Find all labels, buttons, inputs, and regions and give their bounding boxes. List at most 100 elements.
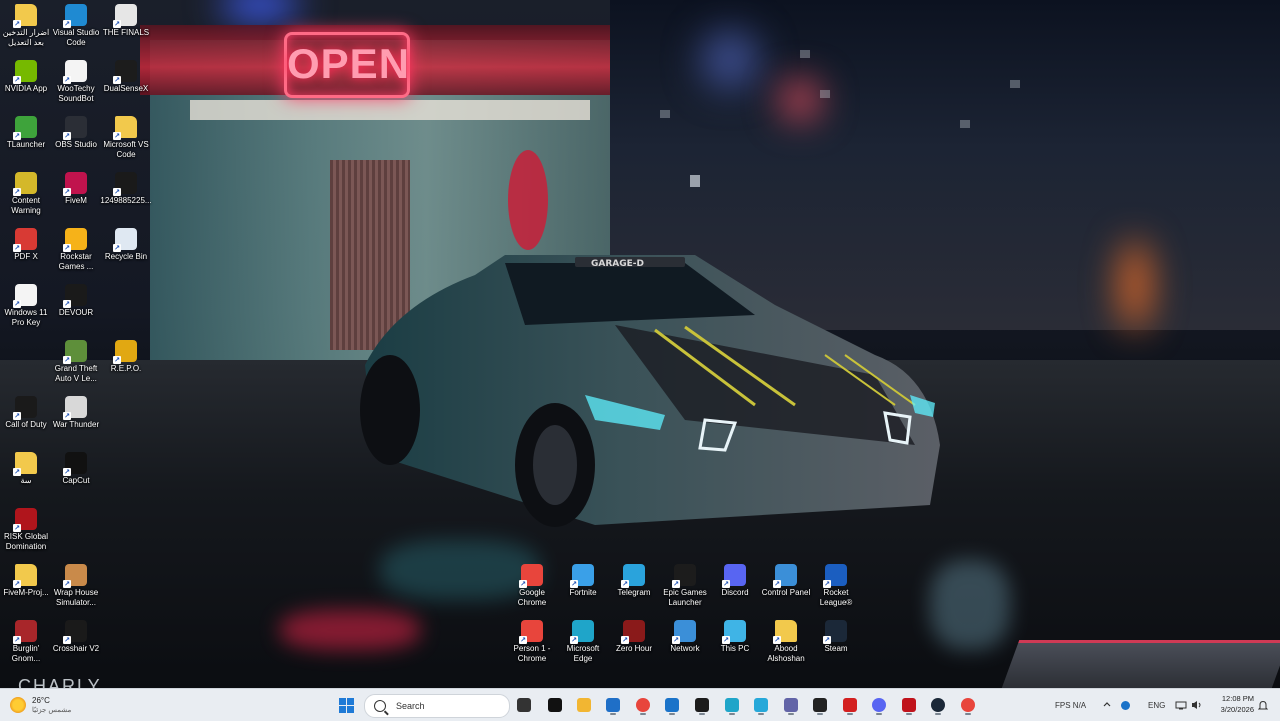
taskbar-app-button[interactable] (573, 694, 595, 716)
desktop-shortcut[interactable]: ↗ Rocket League® (810, 564, 862, 608)
desktop-shortcut[interactable]: ↗ Fortnite (557, 564, 609, 598)
wallpaper-reflection (280, 610, 420, 650)
desktop-shortcut[interactable]: ↗ Rockstar Games ... (50, 228, 102, 272)
desktop-shortcut[interactable]: ↗ Network (659, 620, 711, 654)
weather-widget[interactable]: 26°C مشمس جزئيًا (10, 692, 71, 718)
desktop-shortcut[interactable]: ↗ This PC (709, 620, 761, 654)
desktop-shortcut[interactable]: ↗ WooTechy SoundBot (50, 60, 102, 104)
desktop-shortcut[interactable]: ↗ RISK Global Domination (0, 508, 52, 552)
shortcut-arrow-icon: ↗ (113, 76, 121, 84)
tray-chevron-icon[interactable] (1100, 694, 1114, 716)
taskbar-app-button[interactable] (691, 694, 713, 716)
desktop-shortcut[interactable]: ↗ Microsoft VS Code (100, 116, 152, 160)
taskbar-app-button[interactable] (898, 694, 920, 716)
desktop-shortcut-label: Microsoft VS Code (103, 140, 149, 159)
shortcut-arrow-icon: ↗ (63, 132, 71, 140)
vscode-icon: ↗ (63, 4, 87, 28)
desktop-shortcut[interactable]: ↗ War Thunder (50, 396, 102, 430)
desktop-shortcut[interactable]: ↗ TLauncher (0, 116, 52, 150)
document-icon: ↗ (63, 60, 87, 84)
desktop-shortcut[interactable]: ↗ CapCut (50, 452, 102, 486)
taskbar-app-button[interactable] (721, 694, 743, 716)
network-status-icon[interactable] (1174, 694, 1188, 716)
desktop-shortcut-label: Discord (721, 588, 749, 597)
desktop-shortcut-label: Fortnite (569, 588, 597, 597)
desktop-shortcut[interactable]: ↗ Microsoft Edge (557, 620, 609, 664)
taskbar-app-button[interactable] (661, 694, 683, 716)
desktop-shortcut-label: Visual Studio Code (52, 28, 100, 47)
desktop-shortcut[interactable]: ↗ OBS Studio (50, 116, 102, 150)
desktop-shortcut[interactable]: ↗ FiveM-Proj... (0, 564, 52, 598)
language-indicator[interactable]: ENG (1148, 689, 1165, 721)
wallpaper-glow (700, 30, 760, 90)
desktop-shortcut-label: Epic Games Launcher (663, 588, 707, 607)
desktop-shortcut[interactable]: ↗ اضرار التدخين بعد التعديل (0, 4, 52, 48)
discord-taskbar-icon (872, 698, 886, 712)
desktop-shortcut[interactable]: ↗ Google Chrome (506, 564, 558, 608)
desktop-shortcut[interactable]: ↗ NVIDIA App (0, 60, 52, 94)
capcut-icon: ↗ (63, 452, 87, 476)
taskbar-app-button[interactable] (809, 694, 831, 716)
risk-icon: ↗ (13, 508, 37, 532)
desktop-shortcut[interactable]: ↗ سة (0, 452, 52, 486)
desktop-shortcut[interactable]: ↗ THE FINALS (100, 4, 152, 38)
shortcut-arrow-icon: ↗ (13, 524, 21, 532)
desktop-shortcut[interactable]: ↗ DEVOUR (50, 284, 102, 318)
desktop-shortcut-label: WooTechy SoundBot (57, 84, 95, 103)
taskbar-search-box[interactable] (364, 694, 510, 718)
notification-bell-icon[interactable] (1256, 694, 1270, 716)
this-pc-icon: ↗ (722, 620, 746, 644)
desktop-shortcut[interactable]: ↗ Visual Studio Code (50, 4, 102, 48)
control-panel-icon: ↗ (773, 564, 797, 588)
taskbar-app-button[interactable] (780, 694, 802, 716)
taskbar-app-button[interactable] (957, 694, 979, 716)
desktop-shortcut[interactable]: ↗ DualSenseX (100, 60, 152, 94)
desktop-shortcut[interactable]: ↗ PDF X (0, 228, 52, 262)
taskbar-app-button[interactable] (839, 694, 861, 716)
desktop-shortcut[interactable]: ↗ Telegram (608, 564, 660, 598)
desktop-shortcut[interactable]: ↗ Grand Theft Auto V Le... (50, 340, 102, 384)
taskbar-app-button[interactable] (544, 694, 566, 716)
desktop-shortcut-label: Telegram (617, 588, 651, 597)
desktop-shortcut-label: PDF X (14, 252, 38, 261)
desktop-shortcut[interactable]: ↗ Wrap House Simulator... (50, 564, 102, 608)
desktop-shortcut[interactable]: ↗ Person 1 - Chrome (506, 620, 558, 664)
desktop-shortcut[interactable]: ↗ 1249885225... (100, 172, 152, 206)
taskbar-app-button[interactable] (927, 694, 949, 716)
shortcut-arrow-icon: ↗ (13, 244, 21, 252)
desktop-shortcut[interactable]: ↗ Burglin' Gnom... (0, 620, 52, 664)
desktop-shortcut[interactable]: ↗ Steam (810, 620, 862, 654)
desktop-shortcut[interactable]: ↗ Call of Duty (0, 396, 52, 430)
fivem-icon: ↗ (63, 172, 87, 196)
taskbar-app-button[interactable] (602, 694, 624, 716)
folder-icon: ↗ (13, 4, 37, 28)
tray-app-icon[interactable] (1118, 694, 1132, 716)
desktop-shortcut[interactable]: ↗ Epic Games Launcher (659, 564, 711, 608)
running-indicator (610, 713, 616, 715)
taskbar-app-button[interactable] (632, 694, 654, 716)
volume-icon[interactable] (1190, 694, 1204, 716)
desktop-shortcut[interactable]: ↗ Recycle Bin (100, 228, 152, 262)
desktop-shortcut[interactable]: ↗ Zero Hour (608, 620, 660, 654)
clock-date: 3/20/2026 (1220, 705, 1254, 714)
taskbar-search-input[interactable] (394, 700, 508, 712)
shortcut-arrow-icon: ↗ (63, 580, 71, 588)
taskbar-app-button[interactable] (750, 694, 772, 716)
desktop-shortcut[interactable]: ↗ Abood Alshoshan (760, 620, 812, 664)
desktop-shortcut[interactable]: ↗ Control Panel (760, 564, 812, 598)
desktop-shortcut[interactable]: ↗ FiveM (50, 172, 102, 206)
desktop-shortcut[interactable]: ↗ Windows 11 Pro Key (0, 284, 52, 328)
desktop-shortcut[interactable]: ↗ Discord (709, 564, 761, 598)
desktop-shortcut[interactable]: ↗ Content Warning (0, 172, 52, 216)
shortcut-arrow-icon: ↗ (63, 76, 71, 84)
start-button[interactable] (335, 694, 357, 716)
running-indicator (817, 713, 823, 715)
taskbar-app-button[interactable] (513, 694, 535, 716)
shortcut-arrow-icon: ↗ (672, 580, 680, 588)
desktop-shortcut[interactable]: ↗ R.E.P.O. (100, 340, 152, 374)
desktop-shortcut-label: 1249885225... (100, 196, 152, 205)
taskbar-app-button[interactable] (868, 694, 890, 716)
media-player-icon (606, 698, 620, 712)
system-clock[interactable]: 12:08 PM 3/20/2026 (1221, 693, 1254, 715)
desktop-shortcut[interactable]: ↗ Crosshair V2 (50, 620, 102, 654)
